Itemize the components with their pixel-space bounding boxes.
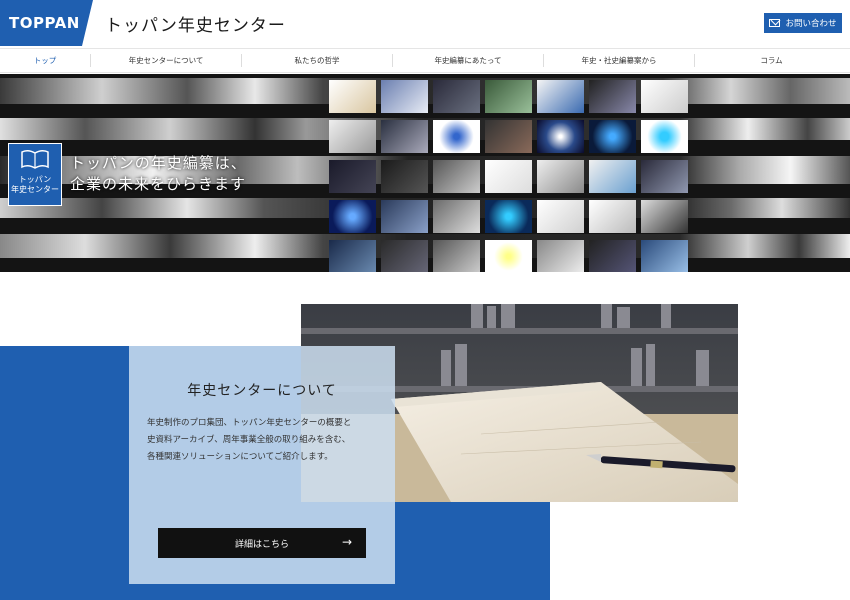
badge-label: トッパン 年史センター: [11, 175, 59, 195]
hero-tile: [589, 240, 636, 272]
hero-tile: [485, 240, 532, 272]
nav-item-proposals[interactable]: 年史・社史編纂案から: [544, 49, 694, 72]
hero-tile: [381, 160, 428, 193]
hero-tile: [537, 200, 584, 233]
about-description-line2: 史資料アーカイブ、周年事業全般の取り組みを含む、: [147, 435, 351, 445]
hero-tile: [641, 80, 688, 113]
hero-tile: [329, 200, 376, 233]
nav-item-column[interactable]: コラム: [695, 49, 848, 72]
hero-tile: [433, 120, 480, 153]
hero-tile: [433, 160, 480, 193]
nav-item-about[interactable]: 年史センターについて: [91, 49, 241, 72]
hero-tile: [485, 120, 532, 153]
hero-banner: トッパン 年史センター トッパンの年史編纂は、 企業の未来をひらきます: [0, 74, 850, 272]
about-description-line1: 年史制作のプロ集団、トッパン年史センターの概要と: [147, 418, 352, 428]
hero-tile: [381, 200, 428, 233]
details-button[interactable]: 詳細はこちら →: [158, 528, 366, 558]
hero-tile: [433, 200, 480, 233]
open-book-icon: [21, 149, 49, 169]
hero-tile: [329, 120, 376, 153]
hero-tile: [329, 80, 376, 113]
hero-tile: [433, 240, 480, 272]
hero-tile: [641, 160, 688, 193]
hero-tagline-line1: トッパンの年史編纂は、: [70, 154, 247, 172]
about-description-line3: 各種関連ソリューションについてご紹介します。: [147, 452, 333, 462]
hero-tile: [589, 120, 636, 153]
details-button-label: 詳細はこちら: [234, 539, 289, 550]
nav-item-philosophy[interactable]: 私たちの哲学: [242, 49, 392, 72]
hero-tagline-line2: 企業の未来をひらきます: [70, 175, 247, 193]
center-badge: トッパン 年史センター: [8, 143, 62, 206]
nav-item-editing[interactable]: 年史編纂にあたって: [393, 49, 543, 72]
logo-text: TOPPAN: [9, 14, 80, 32]
hero-tile: [641, 240, 688, 272]
hero-tile: [589, 80, 636, 113]
hero-tile: [537, 160, 584, 193]
global-nav: トップ 年史センターについて 私たちの哲学 年史編纂にあたって 年史・社史編纂案…: [0, 48, 850, 73]
contact-label: お問い合わせ: [785, 19, 837, 29]
mail-icon: [769, 19, 781, 27]
about-description: 年史制作のプロ集団、トッパン年史センターの概要と 史資料アーカイブ、周年事業全般…: [147, 415, 383, 466]
hero-tile: [485, 160, 532, 193]
hero-tile: [589, 200, 636, 233]
hero-tile: [381, 240, 428, 272]
hero-tile: [537, 80, 584, 113]
hero-tile: [641, 200, 688, 233]
site-title[interactable]: トッパン年史センター: [105, 11, 286, 36]
hero-tile: [381, 80, 428, 113]
site-header: TOPPAN トッパン年史センター お問い合わせ: [0, 0, 850, 46]
contact-button[interactable]: お問い合わせ: [764, 13, 842, 33]
hero-tile: [485, 200, 532, 233]
hero-tile: [537, 240, 584, 272]
hero-tagline: トッパンの年史編纂は、 企業の未来をひらきます: [70, 153, 247, 195]
hero-tile: [433, 80, 480, 113]
hero-tile: [381, 120, 428, 153]
nav-item-top[interactable]: トップ: [0, 49, 90, 72]
hero-tile: [589, 160, 636, 193]
hero-tile: [485, 80, 532, 113]
about-title: 年史センターについて: [187, 383, 337, 399]
badge-label-line2: 年史センター: [11, 185, 59, 194]
hero-tile: [641, 120, 688, 153]
hero-tile: [329, 240, 376, 272]
hero-tile: [537, 120, 584, 153]
badge-label-line1: トッパン: [18, 175, 52, 184]
toppan-logo[interactable]: TOPPAN: [0, 0, 93, 46]
arrow-right-icon: →: [341, 535, 352, 549]
hero-tile: [329, 160, 376, 193]
